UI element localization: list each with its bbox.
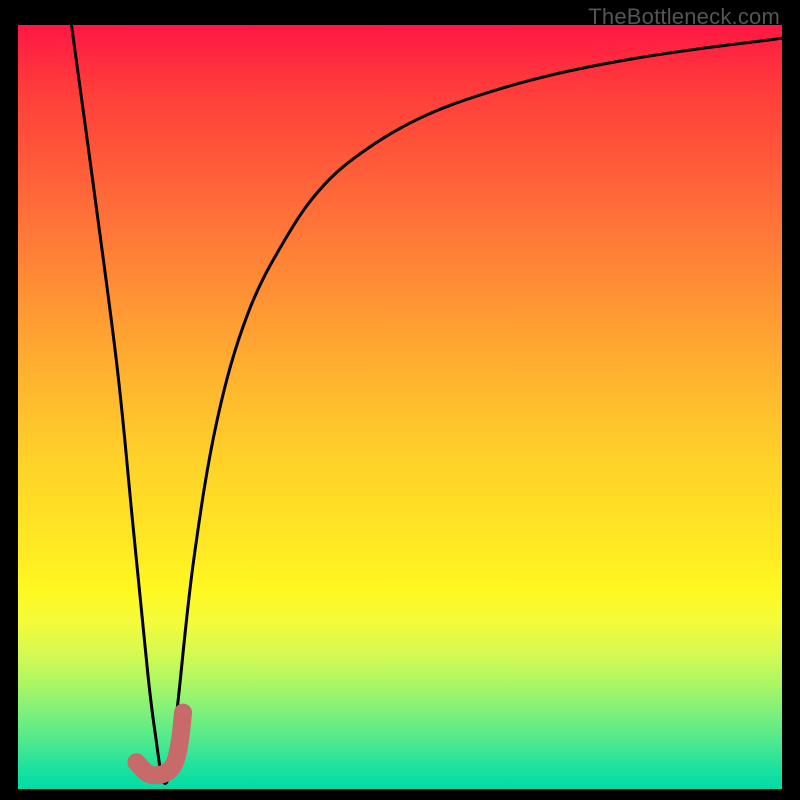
j-marker xyxy=(18,25,782,789)
plot-area xyxy=(18,25,782,789)
watermark-text: TheBottleneck.com xyxy=(588,4,780,30)
chart-frame: TheBottleneck.com xyxy=(0,0,800,800)
